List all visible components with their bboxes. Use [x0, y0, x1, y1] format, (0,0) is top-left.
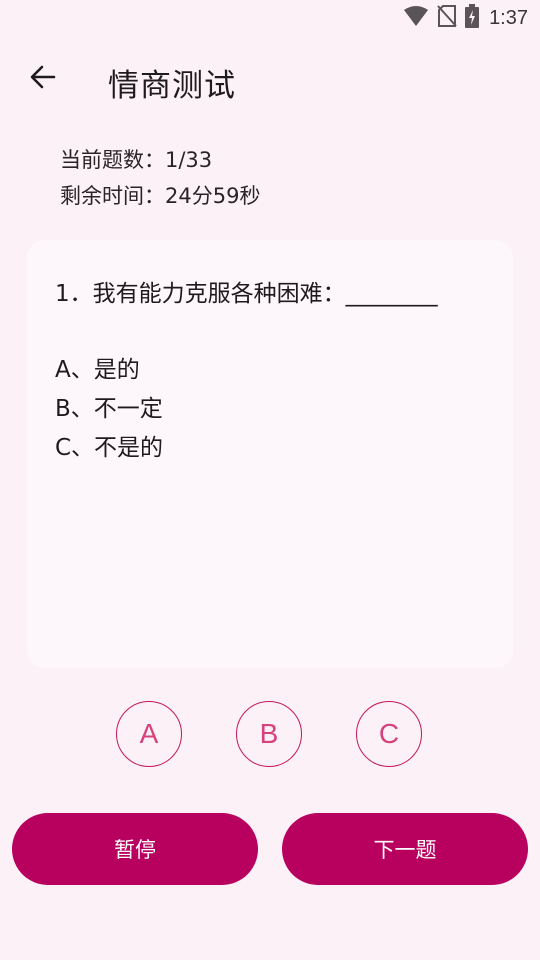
back-button[interactable]: [18, 55, 66, 103]
page-title: 情商测试: [108, 68, 236, 104]
choice-b-button[interactable]: B: [236, 701, 302, 767]
status-time: 1:37: [489, 6, 528, 29]
next-question-button[interactable]: 下一题: [282, 813, 528, 885]
battery-charging-icon: [465, 4, 480, 32]
status-icons: 1:37: [403, 4, 528, 32]
option-a-text: A、是的: [55, 357, 140, 383]
choice-a-button[interactable]: A: [116, 701, 182, 767]
question-text: 1．我有能力克服各种困难：________: [55, 281, 438, 307]
current-question-count: 当前题数：1/33: [60, 148, 213, 172]
pause-button[interactable]: 暂停: [12, 813, 258, 885]
wifi-icon: [403, 5, 429, 31]
option-c-text: C、不是的: [55, 435, 164, 461]
toolbar: 情商测试: [0, 46, 540, 112]
arrow-left-icon: [28, 63, 56, 95]
status-bar: 1:37: [0, 0, 540, 36]
remaining-time: 剩余时间：24分59秒: [60, 184, 261, 208]
choice-c-button[interactable]: C: [356, 701, 422, 767]
no-sim-icon: [437, 5, 457, 31]
option-b-text: B、不一定: [55, 396, 163, 422]
question-card: 1．我有能力克服各种困难：________ A、是的 B、不一定 C、不是的: [27, 240, 513, 668]
